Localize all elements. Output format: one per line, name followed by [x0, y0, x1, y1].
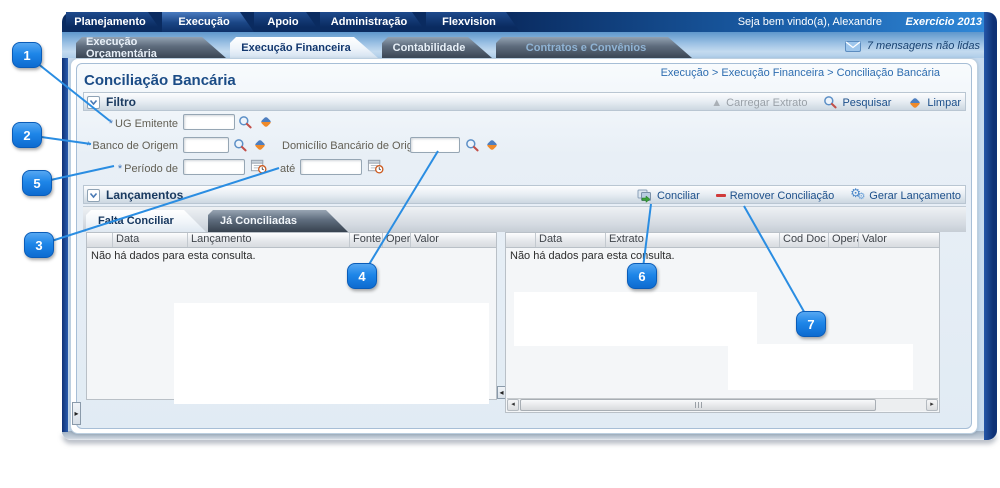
- right-col-valor[interactable]: Valor: [859, 233, 939, 247]
- panel-collapse-handle[interactable]: ▸: [72, 402, 81, 425]
- callout-badge-6: 6: [627, 263, 657, 289]
- menu-item-execucao[interactable]: Execução: [162, 12, 254, 32]
- right-col-operacao[interactable]: Operaç: [829, 233, 859, 247]
- remove-minus-icon: [716, 194, 726, 197]
- ate-input[interactable]: [300, 159, 362, 175]
- limpar-button[interactable]: Limpar: [907, 95, 961, 111]
- banco-origem-input[interactable]: [183, 137, 229, 153]
- clear-diamond-icon: [907, 95, 923, 111]
- domicilio-search-icon[interactable]: [465, 138, 480, 153]
- remover-conciliacao-label: Remover Conciliação: [730, 190, 835, 202]
- breadcrumb[interactable]: Execução > Execução Financeira > Concili…: [500, 67, 940, 79]
- white-overlay-patch: [514, 292, 757, 346]
- right-table-hscrollbar[interactable]: ◂ ▸: [507, 398, 938, 411]
- conciliar-label: Conciliar: [657, 190, 700, 202]
- left-col-valor[interactable]: Valor: [411, 233, 496, 247]
- gears-icon: ⚙ ⚙: [850, 188, 865, 203]
- domicilio-input[interactable]: [410, 137, 460, 153]
- filter-collapse-button[interactable]: [87, 96, 100, 109]
- limpar-label: Limpar: [927, 97, 961, 109]
- callout-badge-4: 4: [347, 263, 377, 289]
- tab-contratos-convenios[interactable]: Contratos e Convênios: [496, 37, 692, 58]
- conciliar-button[interactable]: Conciliar: [637, 188, 700, 203]
- banco-origem-clear-icon[interactable]: [252, 137, 268, 153]
- callout-badge-3: 3: [24, 232, 54, 258]
- left-col-data[interactable]: Data: [113, 233, 188, 247]
- banco-origem-label: *Banco de Origem: [60, 140, 178, 152]
- ate-label: até: [280, 163, 295, 175]
- ate-calendar-icon[interactable]: [367, 158, 384, 174]
- periodo-de-input[interactable]: [183, 159, 245, 175]
- menu-item-apoio[interactable]: Apoio: [254, 12, 320, 32]
- carregar-extrato-label: Carregar Extrato: [726, 97, 807, 109]
- menu-item-flexvision[interactable]: Flexvision: [426, 12, 520, 32]
- periodo-de-label: *Período de: [60, 163, 178, 175]
- messages-notice[interactable]: 7 mensagens não lidas: [845, 40, 980, 52]
- scrollbar-thumb[interactable]: [520, 399, 876, 411]
- domicilio-label: Domicílio Bancário de Origem: [282, 140, 428, 152]
- lancamentos-collapse-button[interactable]: [87, 189, 100, 202]
- welcome-text: Seja bem vindo(a), Alexandre: [738, 16, 882, 28]
- tab-execucao-orcamentaria[interactable]: Execução Orçamentária: [76, 37, 226, 58]
- white-overlay-patch: [174, 303, 489, 404]
- pesquisar-button[interactable]: Pesquisar: [823, 95, 891, 110]
- screenshot-root: Planejamento Execução Apoio Administraçã…: [0, 0, 1000, 488]
- window-frame-right: [984, 12, 997, 440]
- ug-emitente-label: *UG Emitente: [60, 118, 178, 130]
- pesquisar-label: Pesquisar: [842, 97, 891, 109]
- messages-notice-label: 7 mensagens não lidas: [867, 40, 980, 52]
- filter-section-title: Filtro: [106, 95, 136, 109]
- menu-item-administracao[interactable]: Administração: [320, 12, 426, 32]
- white-overlay-patch: [728, 344, 913, 390]
- scroll-left-arrow[interactable]: ◂: [507, 399, 519, 411]
- chevron-down-icon: [88, 98, 99, 107]
- left-table-header: Data Lançamento Fonte Operaç Valor: [87, 233, 496, 248]
- scroll-right-arrow[interactable]: ▸: [926, 399, 938, 411]
- right-table-header: Data Extrato Cod Doc Operaç Valor: [506, 233, 939, 248]
- window-frame-left: [62, 28, 68, 432]
- carregar-extrato-button[interactable]: ▲ Carregar Extrato: [711, 97, 807, 109]
- right-col-coddoc[interactable]: Cod Doc: [780, 233, 829, 247]
- ug-emitente-input[interactable]: [183, 114, 235, 130]
- tab-contabilidade[interactable]: Contabilidade: [382, 37, 492, 58]
- lancamentos-section-header: Lançamentos Conciliar Remover Conciliaçã…: [83, 185, 966, 204]
- tab-ja-conciliadas[interactable]: Já Conciliadas: [208, 210, 348, 232]
- remover-conciliacao-button[interactable]: Remover Conciliação: [716, 190, 835, 202]
- right-col-select[interactable]: [506, 233, 536, 247]
- callout-badge-7: 7: [796, 311, 826, 337]
- left-empty-message: Não há dados para esta consulta.: [91, 250, 256, 262]
- left-col-lancamento[interactable]: Lançamento: [188, 233, 350, 247]
- callout-badge-5: 5: [22, 170, 52, 196]
- gerar-lancamento-label: Gerar Lançamento: [869, 190, 961, 202]
- periodo-de-calendar-icon[interactable]: [250, 158, 267, 174]
- ug-emitente-clear-icon[interactable]: [258, 114, 274, 130]
- chevron-down-icon: [88, 191, 99, 200]
- tab-execucao-financeira[interactable]: Execução Financeira: [230, 37, 378, 58]
- gerar-lancamento-button[interactable]: ⚙ ⚙ Gerar Lançamento: [850, 188, 961, 203]
- envelope-icon: [845, 41, 861, 52]
- left-col-fonte[interactable]: Fonte: [350, 233, 383, 247]
- conciliar-icon: [637, 188, 653, 203]
- right-table-body: Não há dados para esta consulta.: [506, 248, 939, 399]
- lancamentos-section-title: Lançamentos: [106, 188, 183, 202]
- search-icon: [823, 95, 838, 110]
- exercise-year: Exercício 2013: [906, 16, 982, 28]
- left-col-operacao[interactable]: Operaç: [383, 233, 411, 247]
- upload-triangle-icon: ▲: [711, 97, 722, 109]
- page-title: Conciliação Bancária: [84, 72, 236, 89]
- filter-section-header: Filtro ▲ Carregar Extrato Pesquisar Limp…: [83, 92, 966, 111]
- callout-badge-1: 1: [12, 42, 42, 68]
- left-col-select[interactable]: [87, 233, 113, 247]
- right-empty-message: Não há dados para esta consulta.: [510, 250, 675, 262]
- right-table: Data Extrato Cod Doc Operaç Valor Não há…: [505, 232, 940, 413]
- left-table: Data Lançamento Fonte Operaç Valor Não h…: [86, 232, 497, 400]
- domicilio-clear-icon[interactable]: [484, 137, 500, 153]
- right-col-data[interactable]: Data: [536, 233, 606, 247]
- left-table-body: Não há dados para esta consulta.: [87, 248, 496, 399]
- banco-origem-search-icon[interactable]: [233, 138, 248, 153]
- ug-emitente-search-icon[interactable]: [238, 115, 253, 130]
- menu-item-planejamento[interactable]: Planejamento: [66, 12, 162, 32]
- right-col-extrato[interactable]: Extrato: [606, 233, 780, 247]
- callout-badge-2: 2: [12, 122, 42, 148]
